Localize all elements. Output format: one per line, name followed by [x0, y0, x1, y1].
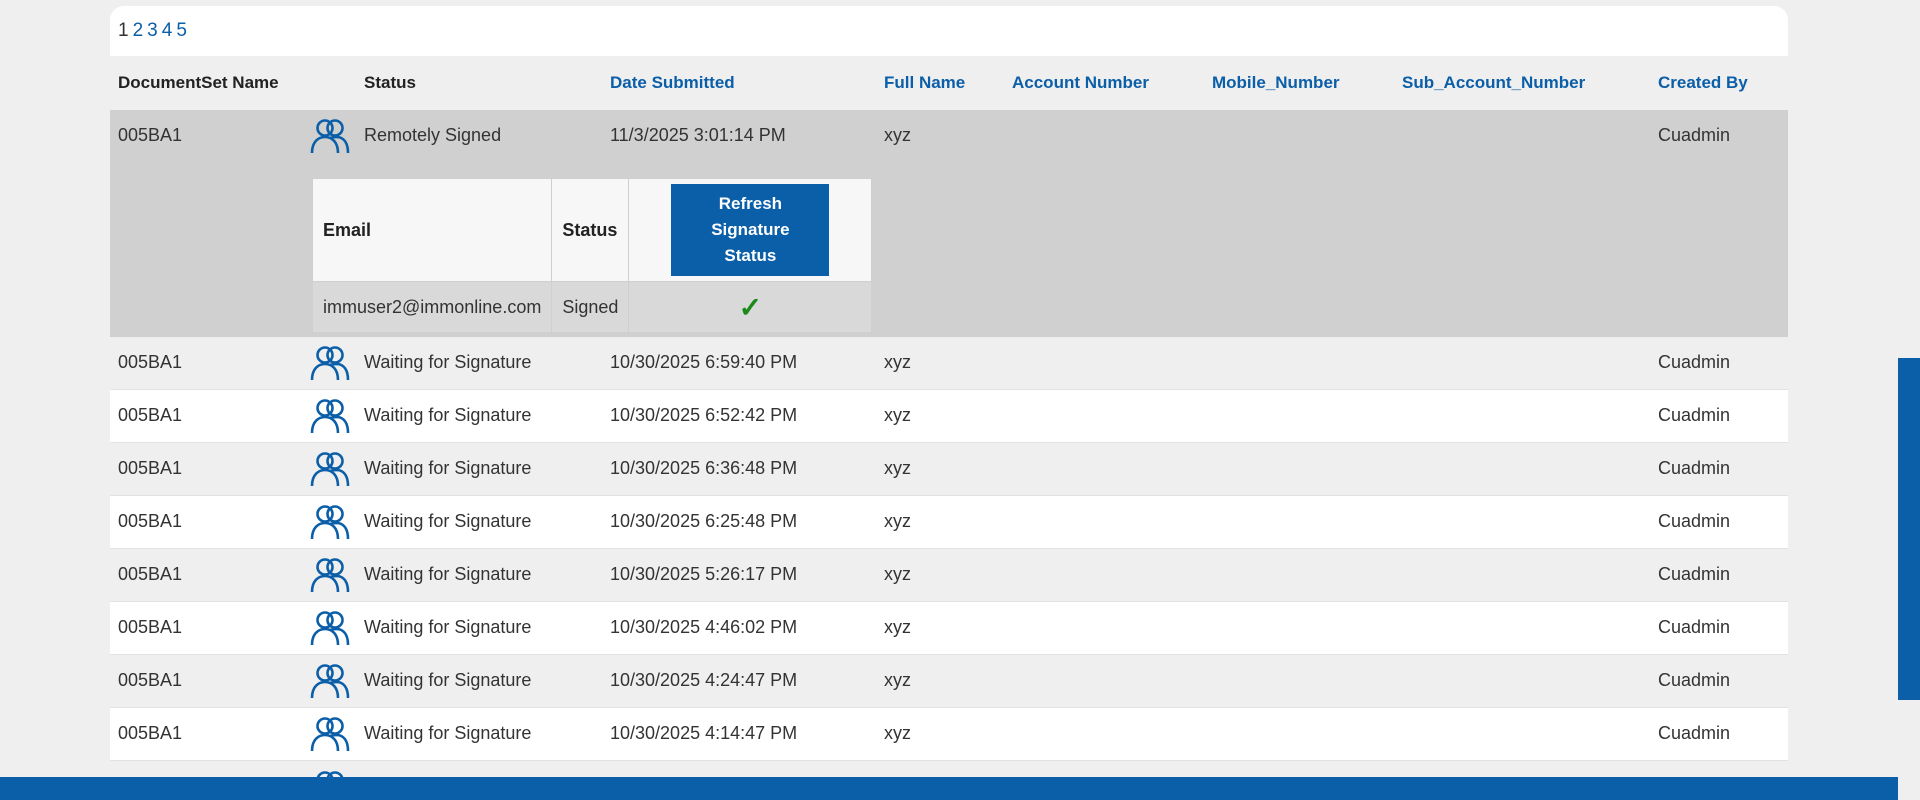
created-by: Cuadmin — [1658, 405, 1731, 425]
table-body: 005BA1 Waiting for Signature 10/30/2025 6:… — [110, 337, 1788, 761]
status-text: Waiting for Signature — [364, 352, 532, 372]
created-by: Cuadmin — [1658, 125, 1731, 145]
docset-name: 005BA1 — [118, 670, 183, 690]
created-by: Cuadmin — [1658, 617, 1731, 637]
date-submitted: 10/30/2025 4:46:02 PM — [610, 617, 798, 637]
table-row[interactable]: 005BA1 Waiting for Signature 10/30/2025 6:… — [110, 443, 1788, 496]
table-row[interactable]: 005BA1 Waiting for Signature 10/30/2025 4:… — [110, 655, 1788, 708]
created-by: Cuadmin — [1658, 670, 1731, 690]
page-link-5[interactable]: 5 — [176, 20, 187, 42]
full-name: xyz — [884, 564, 911, 584]
date-submitted: 10/30/2025 4:24:47 PM — [610, 670, 798, 690]
users-icon[interactable] — [310, 609, 350, 647]
docset-name: 005BA1 — [118, 511, 183, 531]
signer-check-cell: ✓ — [628, 281, 873, 333]
table-row[interactable]: 005BA1 Waiting for Signature 10/30/2025 4:… — [110, 708, 1788, 761]
header-created-by[interactable]: Created By — [1658, 73, 1748, 93]
header-mobile-number[interactable]: Mobile_Number — [1212, 73, 1340, 93]
users-icon[interactable] — [310, 344, 350, 382]
users-icon[interactable] — [310, 715, 350, 753]
full-name: xyz — [884, 458, 911, 478]
users-icon[interactable] — [310, 117, 350, 155]
expanded-row[interactable]: 005BA1 Remotely Signed 11/3/2025 3:01:14… — [110, 110, 1788, 337]
date-submitted: 10/30/2025 6:25:48 PM — [610, 511, 798, 531]
date-submitted: 10/30/2025 6:52:42 PM — [610, 405, 798, 425]
header-full-name[interactable]: Full Name — [884, 73, 965, 93]
full-name: xyz — [884, 723, 911, 743]
status-text: Waiting for Signature — [364, 564, 532, 584]
table-row[interactable]: 005BA1 Waiting for Signature 10/30/2025 4:… — [110, 602, 1788, 655]
users-icon[interactable] — [310, 450, 350, 488]
signer-subtable: Email Status Refresh Signature Status im… — [311, 178, 873, 333]
docset-name: 005BA1 — [118, 405, 183, 425]
pagination: 1 2 3 4 5 — [110, 6, 1788, 56]
page-link-2[interactable]: 2 — [133, 20, 144, 42]
docset-name: 005BA1 — [118, 617, 183, 637]
header-date-submitted[interactable]: Date Submitted — [610, 73, 735, 93]
users-icon[interactable] — [310, 397, 350, 435]
status-text: Waiting for Signature — [364, 617, 532, 637]
status-text: Waiting for Signature — [364, 670, 532, 690]
page-link-3[interactable]: 3 — [147, 20, 158, 42]
full-name: xyz — [884, 125, 911, 145]
docset-name: 005BA1 — [118, 352, 183, 372]
full-name: xyz — [884, 670, 911, 690]
scrollbar[interactable] — [1898, 358, 1920, 700]
subtable-action-cell: Refresh Signature Status — [628, 178, 873, 282]
header-sub-account-number[interactable]: Sub_Account_Number — [1402, 73, 1585, 93]
full-name: xyz — [884, 617, 911, 637]
table-row[interactable]: 005BA1 Waiting for Signature 10/30/2025 6:… — [110, 390, 1788, 443]
full-name: xyz — [884, 352, 911, 372]
table-header: DocumentSet Name Status Date Submitted F… — [110, 56, 1788, 110]
full-name: xyz — [884, 405, 911, 425]
signer-email: immuser2@immonline.com — [311, 281, 553, 333]
status-text: Waiting for Signature — [364, 723, 532, 743]
document-table: 1 2 3 4 5 DocumentSet Name Status Date S… — [110, 6, 1788, 761]
docset-name: 005BA1 — [118, 125, 183, 145]
footer-bar — [0, 777, 1898, 800]
table-row[interactable]: 005BA1 Waiting for Signature 10/30/2025 6:… — [110, 496, 1788, 549]
full-name: xyz — [884, 511, 911, 531]
header-account-number[interactable]: Account Number — [1012, 73, 1149, 93]
subtable-email-header: Email — [311, 178, 553, 282]
date-submitted: 10/30/2025 6:36:48 PM — [610, 458, 798, 478]
date-submitted: 10/30/2025 5:26:17 PM — [610, 564, 798, 584]
users-icon[interactable] — [310, 662, 350, 700]
created-by: Cuadmin — [1658, 723, 1731, 743]
created-by: Cuadmin — [1658, 511, 1731, 531]
users-icon[interactable] — [310, 503, 350, 541]
refresh-signature-status-button[interactable]: Refresh Signature Status — [671, 184, 830, 276]
created-by: Cuadmin — [1658, 352, 1731, 372]
date-submitted: 11/3/2025 3:01:14 PM — [610, 125, 786, 145]
page-link-4[interactable]: 4 — [162, 20, 173, 42]
signer-status: Signed — [551, 281, 630, 333]
table-row[interactable]: 005BA1 Waiting for Signature 10/30/2025 5:… — [110, 549, 1788, 602]
docset-name: 005BA1 — [118, 564, 183, 584]
created-by: Cuadmin — [1658, 458, 1731, 478]
created-by: Cuadmin — [1658, 564, 1731, 584]
status-text: Waiting for Signature — [364, 405, 532, 425]
table-row[interactable]: 005BA1 Waiting for Signature 10/30/2025 6:… — [110, 337, 1788, 390]
date-submitted: 10/30/2025 4:14:47 PM — [610, 723, 798, 743]
page-link-1[interactable]: 1 — [118, 20, 129, 42]
subtable-status-header: Status — [551, 178, 630, 282]
header-docset: DocumentSet Name — [118, 73, 279, 92]
users-icon[interactable] — [310, 556, 350, 594]
check-icon: ✓ — [738, 291, 763, 323]
status-text: Remotely Signed — [364, 125, 502, 145]
status-text: Waiting for Signature — [364, 511, 532, 531]
status-text: Waiting for Signature — [364, 458, 532, 478]
header-status: Status — [364, 73, 416, 92]
date-submitted: 10/30/2025 6:59:40 PM — [610, 352, 798, 372]
docset-name: 005BA1 — [118, 458, 183, 478]
docset-name: 005BA1 — [118, 723, 183, 743]
